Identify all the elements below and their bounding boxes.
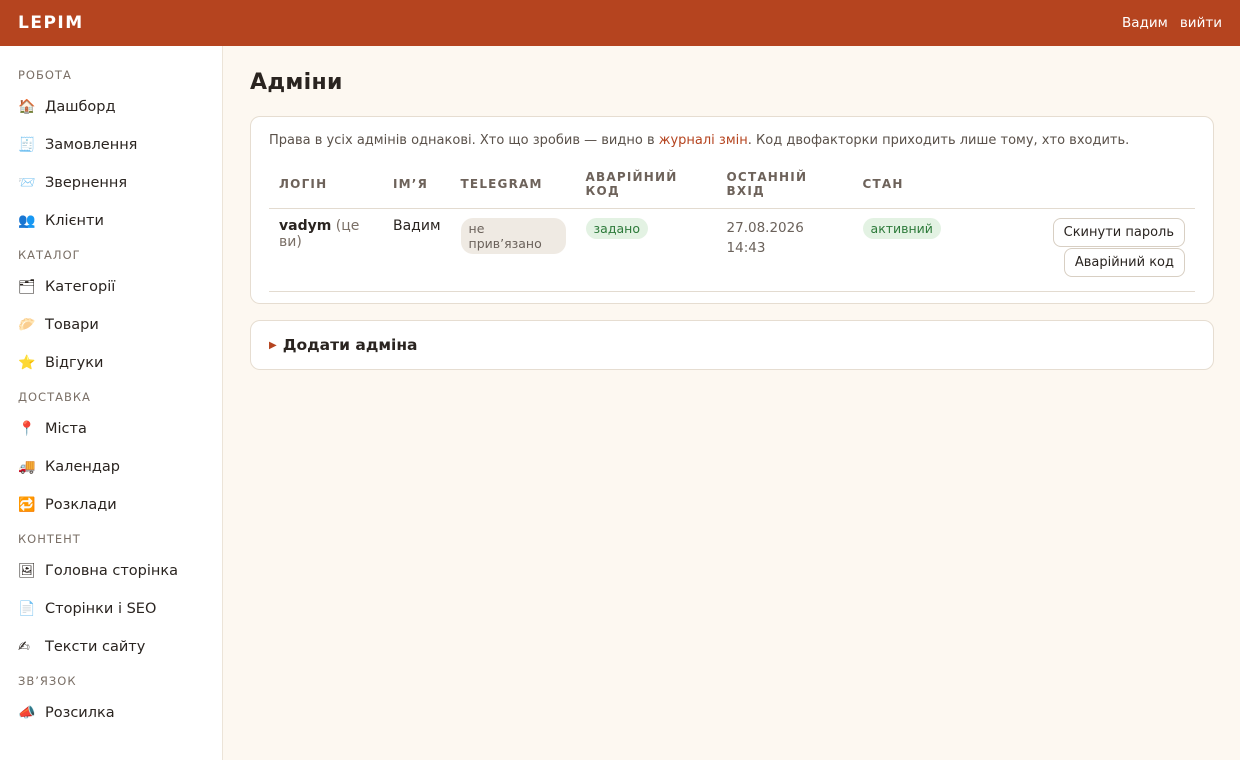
sidebar-item[interactable]: 📄 Сторінки і SEO [0,590,222,628]
sidebar-item[interactable]: 🧾 Замовлення [0,126,222,164]
sidebar-item-label: Замовлення [45,137,138,153]
sidebar: РОБОТА 🏠 Дашборд 🧾 Замовлення 📨 Звернення 👥 Кліє… [0,46,223,760]
page-icon: 📄 [18,601,36,617]
pen-icon: ✍ [18,639,30,655]
sidebar-item[interactable]: 📨 Звернення [0,164,222,202]
emergency-badge: задано [585,218,648,239]
cell-name: Вадим [383,208,451,292]
sidebar-item-label: Головна сторінка [45,563,179,579]
dumpling-icon: 🥟 [18,317,36,333]
reset-password-button[interactable]: Скинути пароль [1052,218,1185,247]
sidebar-item-label: Категорії [45,279,116,295]
note-text: Права в усіх адмінів однакові. Хто що зр… [269,133,659,148]
sidebar-item[interactable]: 📍 Міста [0,410,222,448]
admins-note: Права в усіх адмінів однакові. Хто що зр… [269,133,1195,148]
sidebar-item[interactable]: 🏠 Дашборд [0,88,222,126]
cell-emergency: задано [575,208,717,292]
col-state: СТАН [852,170,951,209]
changelog-link[interactable]: журналі змін [659,133,748,148]
cell-login: vadym (це ви) [269,208,383,292]
sidebar-section-label: КАТАЛОГ [18,248,81,262]
truck-icon: 🚚 [18,459,36,475]
top-bar: LEPIM Вадим вийти [0,0,1240,46]
users-icon: 👥 [18,213,36,229]
top-nav: Вадим вийти [1122,15,1222,31]
logout-link[interactable]: вийти [1180,15,1222,31]
sidebar-item[interactable]: 👥 Клієнти [0,202,222,240]
sidebar-item-label: Сторінки і SEO [45,601,157,617]
user-link[interactable]: Вадим [1122,15,1168,31]
sidebar-item[interactable]: 📣 Розсилка [0,694,222,732]
cell-actions: Скинути пароль Аварійний код [950,208,1195,292]
admins-card: Права в усіх адмінів однакові. Хто що зр… [250,116,1214,304]
sidebar-section-label: КОНТЕНТ [18,532,81,546]
table-row: vadym (це ви) Вадим не прив’язано задано… [269,208,1195,292]
login-value: vadym [279,218,332,234]
sidebar-item-label: Звернення [45,175,128,191]
home-icon: 🏠 [18,99,36,115]
star-icon: ⭐ [18,355,36,371]
pin-icon: 📍 [18,421,36,437]
last-login-date: 27.08.2026 [726,220,804,236]
cell-telegram: не прив’язано [450,208,576,292]
sidebar-item-label: Дашборд [45,99,116,115]
sidebar-item[interactable]: 🗂 Категорії [0,268,222,306]
add-admin-toggle[interactable]: ▶ Додати адміна [250,320,1214,370]
col-emergency: АВАРІЙНИЙ КОД [575,170,717,209]
sidebar-item[interactable]: ✍ Тексти сайту [0,628,222,666]
triangle-right-icon: ▶ [269,339,277,351]
sidebar-section-label: ЗВ’ЯЗОК [18,674,77,688]
col-last-login: ОСТАННІЙ ВХІД [716,170,853,209]
last-login-time: 14:43 [726,240,766,256]
sidebar-item-label: Тексти сайту [45,639,146,655]
add-admin-label: Додати адміна [282,336,418,354]
sidebar-item-label: Календар [45,459,120,475]
megaphone-icon: 📣 [18,705,36,721]
col-actions [950,170,1195,209]
sidebar-item[interactable]: 🔁 Розклади [0,486,222,524]
sidebar-item[interactable]: 🚚 Календар [0,448,222,486]
sidebar-item-label: Клієнти [45,213,104,229]
sidebar-item-label: Міста [45,421,87,437]
cell-state: активний [852,208,951,292]
page-title: Адміни [250,70,343,95]
brand-logo[interactable]: LEPIM [18,13,84,33]
sidebar-item[interactable]: 🖼 Головна сторінка [0,552,222,590]
main-content: Адміни Права в усіх адмінів однакові. Хт… [223,46,1240,760]
sidebar-item-label: Товари [45,317,99,333]
col-telegram: TELEGRAM [450,170,576,209]
status-badge: активний [862,218,941,239]
sidebar-item[interactable]: ⭐ Відгуки [0,344,222,382]
sidebar-item-label: Розклади [45,497,117,513]
emergency-code-button[interactable]: Аварійний код [1063,248,1185,277]
sidebar-item-label: Відгуки [45,355,104,371]
admins-table: ЛОГІН ІМ’Я TELEGRAM АВАРІЙНИЙ КОД ОСТАНН… [269,170,1195,292]
col-name: ІМ’Я [383,170,451,209]
envelope-icon: 📨 [18,175,36,191]
col-login: ЛОГІН [269,170,383,209]
sidebar-section-label: РОБОТА [18,68,72,82]
note-text-end: . Код двофакторки приходить лише тому, х… [747,133,1130,148]
picture-icon: 🖼 [18,563,36,579]
receipt-icon: 🧾 [18,137,36,153]
sidebar-item-label: Розсилка [45,705,115,721]
table-header-row: ЛОГІН ІМ’Я TELEGRAM АВАРІЙНИЙ КОД ОСТАНН… [269,170,1195,209]
telegram-badge: не прив’язано [460,218,566,254]
repeat-icon: 🔁 [18,497,36,513]
cell-last-login: 27.08.2026 14:43 [716,208,853,292]
sidebar-item[interactable]: 🥟 Товари [0,306,222,344]
sidebar-section-label: ДОСТАВКА [18,390,91,404]
folder-icon: 🗂 [18,279,36,295]
